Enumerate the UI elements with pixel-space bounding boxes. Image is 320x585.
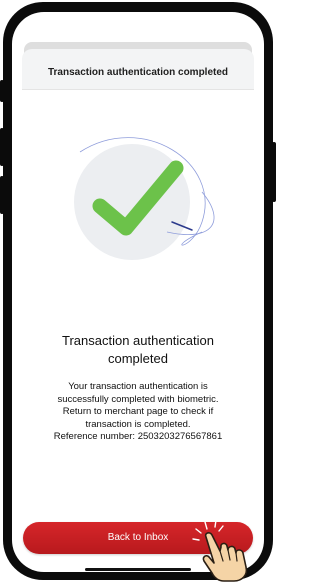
- header-divider: [22, 89, 254, 90]
- phone-screen: Transaction authentication completed Tra…: [12, 12, 264, 572]
- success-title: Transaction authentication completed: [22, 332, 254, 368]
- success-illustration: [74, 137, 215, 260]
- success-message: Your transaction authentication is succe…: [26, 381, 250, 444]
- home-indicator: [85, 568, 191, 571]
- header-title: Transaction authentication completed: [47, 67, 229, 78]
- success-title-line: completed: [108, 351, 168, 366]
- phone-side-button: [0, 176, 4, 214]
- phone-side-button: [0, 128, 4, 166]
- reference-number: Reference number: 2503203276567861: [53, 431, 223, 442]
- phone-side-button: [272, 142, 276, 202]
- phone-side-button: [0, 80, 4, 102]
- header-bar: Transaction authentication completed: [22, 49, 254, 89]
- message-line: successfully completed with biometric.: [57, 393, 219, 405]
- message-line: Your transaction authentication is: [68, 381, 208, 392]
- message-line: Return to merchant page to check if: [62, 406, 214, 417]
- success-title-line: Transaction authentication: [61, 333, 214, 348]
- message-line: transaction is completed.: [85, 418, 191, 430]
- tap-hand-icon: [192, 519, 248, 582]
